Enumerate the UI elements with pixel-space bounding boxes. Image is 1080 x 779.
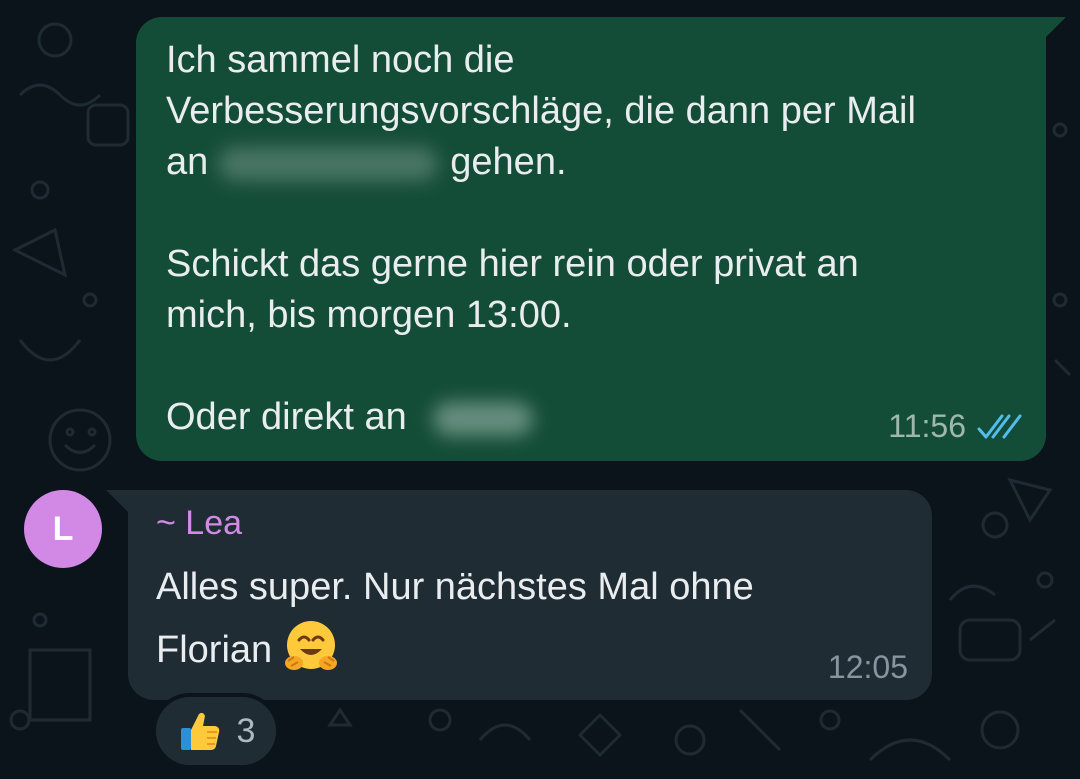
reaction-pill[interactable]: 3 (152, 693, 280, 769)
outgoing-message-meta: 11:56 (888, 408, 1022, 445)
redacted-name (432, 401, 533, 436)
message-line: Verbesserungsvorschläge, die dann per Ma… (166, 90, 916, 132)
bubble-tail (1044, 17, 1066, 39)
reaction-count: 3 (236, 711, 256, 750)
avatar[interactable]: L (24, 490, 102, 568)
message-line: mich, bis morgen 13:00. (166, 294, 572, 336)
incoming-message-text: Alles super. Nur nächstes Mal ohne Flori… (156, 556, 876, 681)
message-time: 11:56 (888, 408, 966, 444)
hugging-face-emoji (285, 621, 338, 670)
avatar-initial: L (52, 509, 74, 548)
incoming-message-time: 12:05 (827, 649, 908, 685)
outgoing-message-text: Ich sammel noch die Verbesserungsvorschl… (166, 35, 1026, 443)
bubble-tail (106, 490, 128, 512)
message-line: Ich sammel noch die (166, 39, 515, 81)
incoming-message-bubble[interactable]: ~ Lea Alles super. Nur nächstes Mal ohne… (106, 490, 932, 700)
message-line: Oder direkt an (166, 396, 407, 438)
message-line: Florian (156, 629, 273, 671)
outgoing-message-bubble[interactable]: Ich sammel noch die Verbesserungsvorschl… (136, 17, 1066, 461)
message-line: Schickt das gerne hier rein oder privat … (166, 243, 859, 285)
double-check-read-icon (977, 414, 1022, 438)
message-line: Alles super. Nur nächstes Mal ohne (156, 566, 754, 608)
thumbs-up-emoji (180, 712, 219, 750)
sender-name[interactable]: ~ Lea (156, 504, 242, 543)
message-line: gehen. (450, 141, 567, 183)
message-line: an (166, 141, 209, 183)
redacted-name (218, 146, 439, 181)
